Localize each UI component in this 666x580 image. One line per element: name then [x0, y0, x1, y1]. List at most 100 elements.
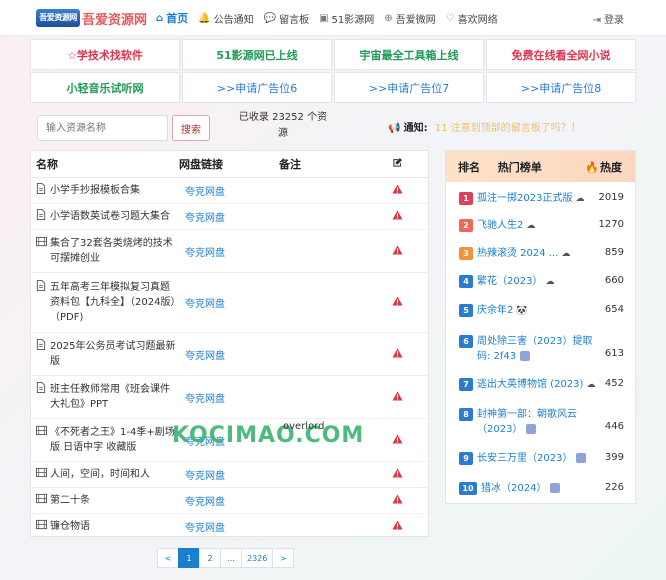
- ad-slot[interactable]: 51影源网已上线: [182, 39, 332, 70]
- ad-slot[interactable]: >>申请广告位6: [182, 72, 332, 103]
- document-icon: [36, 280, 48, 296]
- ranking-title[interactable]: 飞驰人生2 ☁: [477, 218, 605, 234]
- notice-text[interactable]: 11 注意到顶部的留言板了吗？！: [435, 123, 581, 134]
- ranking-heat: 446: [604, 421, 624, 432]
- resource-name-cell[interactable]: 五年高考三年模拟复习真题资料包【九科全】（2024版）（PDF): [31, 280, 179, 325]
- ranking-heat: 399: [604, 452, 624, 463]
- ad-slot[interactable]: >>申请广告位7: [334, 72, 484, 103]
- resource-name-cell[interactable]: 小学语数英试卷习题大集合: [31, 208, 179, 225]
- ranking-item[interactable]: 4 繁花（2023） ☁ 660: [446, 274, 637, 290]
- page-button[interactable]: 2: [199, 548, 221, 568]
- notice-label: 通知:: [403, 123, 428, 134]
- ranking-title[interactable]: 庆余年2 🐼: [477, 303, 605, 319]
- resource-name: 班主任教师常用《班会课件大礼包》PPT: [50, 384, 170, 410]
- page-button[interactable]: 1: [178, 548, 200, 568]
- resource-name-cell[interactable]: 2025年公务员考试习题最新版: [31, 339, 179, 369]
- report-warning-icon[interactable]: [377, 390, 417, 404]
- nav-item-label: 吾爱微网: [395, 14, 436, 26]
- nav-item-4[interactable]: ⊕ 吾爱微网: [384, 11, 435, 26]
- netdisk-link[interactable]: 夸克网盘: [179, 347, 279, 362]
- resource-name-cell[interactable]: 集合了32套各类烧烤的技术可摆摊创业: [31, 236, 179, 266]
- site-logo[interactable]: 吾爱资源网: [36, 9, 80, 27]
- report-warning-icon[interactable]: [377, 520, 417, 533]
- resource-name-cell[interactable]: 镰仓物语: [31, 519, 179, 535]
- ranking-item[interactable]: 2 飞驰人生2 ☁ 1270: [446, 218, 637, 234]
- panda-icon: 🐼: [516, 306, 528, 316]
- ranking-title[interactable]: 长安三万里（2023）: [477, 451, 605, 466]
- nav-item-5[interactable]: ♡ 喜欢网络: [446, 11, 498, 26]
- report-warning-icon[interactable]: [377, 468, 417, 481]
- rank-number-badge: 2: [459, 219, 473, 232]
- ranking-title[interactable]: 猎冰（2024）: [481, 481, 609, 496]
- page-button[interactable]: <: [157, 548, 179, 568]
- ranking-title[interactable]: 逃出大英博物馆 (2023) ☁: [477, 377, 605, 393]
- netdisk-link[interactable]: 夸克网盘: [179, 183, 279, 198]
- table-row: 第二十条 夸克网盘: [31, 488, 428, 514]
- ad-slot[interactable]: 免费在线看全网小说: [486, 39, 636, 70]
- rank-number-badge: 1: [459, 192, 473, 205]
- cloud-icon: ☁: [526, 221, 536, 231]
- ranking-title[interactable]: 孤注一掷2023正式版 ☁: [477, 191, 605, 207]
- report-warning-icon[interactable]: [377, 184, 417, 197]
- netdisk-link[interactable]: 夸克网盘: [179, 390, 279, 405]
- ad-slot[interactable]: >>申请广告位8: [486, 72, 636, 103]
- table-row: 集合了32套各类烧烤的技术可摆摊创业 夸克网盘: [31, 230, 428, 273]
- film-icon: [36, 467, 48, 483]
- cloud-icon: ☁: [561, 249, 571, 259]
- netdisk-link[interactable]: 夸克网盘: [179, 467, 279, 482]
- nav-item-3[interactable]: ▣ 51影源网: [319, 11, 374, 26]
- ranking-header-rank: 排名: [458, 160, 480, 174]
- ad-slot[interactable]: 宇宙最全工具箱上线: [334, 39, 484, 70]
- report-warning-icon[interactable]: [377, 296, 417, 309]
- table-header: 名称 网盘链接 备注: [31, 151, 428, 178]
- search-input[interactable]: [37, 115, 168, 141]
- ranking-title[interactable]: 周处除三害（2023）提取码: 2f43: [477, 334, 605, 364]
- resource-name: 《不死者之王》1-4季+剧场版 日语中字 收藏版: [50, 427, 175, 453]
- ranking-header-heat-label: 热度: [599, 160, 622, 174]
- nav-item-1[interactable]: 🔔 公告通知: [198, 11, 253, 26]
- ranking-heat: 226: [604, 482, 624, 493]
- netdisk-link[interactable]: 夸克网盘: [179, 209, 279, 224]
- nav-item-2[interactable]: 💬 留言板: [264, 11, 309, 26]
- document-icon: [36, 339, 48, 355]
- ranking-heat: 2019: [598, 192, 624, 203]
- ranking-item[interactable]: 3 热辣滚烫 2024 ... ☁ 859: [446, 246, 637, 262]
- report-warning-icon[interactable]: [377, 244, 417, 258]
- report-warning-icon[interactable]: [377, 210, 417, 223]
- search-button[interactable]: 搜索: [172, 115, 210, 141]
- ranking-item[interactable]: 10 猎冰（2024） 226: [446, 481, 637, 497]
- ranking-title[interactable]: 封神第一部：朝歌风云（2023）: [477, 407, 605, 437]
- report-warning-icon[interactable]: [377, 433, 417, 447]
- netdisk-link[interactable]: 夸克网盘: [179, 519, 279, 534]
- resource-name-cell[interactable]: 人间，空间，时间和人: [31, 467, 179, 483]
- report-warning-icon[interactable]: [377, 494, 417, 507]
- resource-name-cell[interactable]: 第二十条: [31, 493, 179, 509]
- ranking-item[interactable]: 7 逃出大英博物馆 (2023) ☁ 452: [446, 377, 637, 393]
- nav-item-label: 喜欢网络: [457, 14, 498, 26]
- ranking-item[interactable]: 5 庆余年2 🐼 654: [446, 303, 637, 319]
- resource-name-cell[interactable]: 《不死者之王》1-4季+剧场版 日语中字 收藏版: [31, 425, 179, 455]
- netdisk-link[interactable]: 夸克网盘: [179, 295, 279, 310]
- ranking-title[interactable]: 热辣滚烫 2024 ... ☁: [477, 246, 605, 262]
- page-button[interactable]: 2326: [241, 548, 274, 568]
- ad-slot[interactable]: 小轻音乐试听网: [30, 72, 180, 103]
- ranking-title[interactable]: 繁花（2023） ☁: [477, 274, 605, 290]
- resource-name-cell[interactable]: 小学手抄报模板合集: [31, 182, 179, 199]
- ranking-item[interactable]: 8 封神第一部：朝歌风云（2023） 446: [446, 407, 637, 437]
- netdisk-link[interactable]: 夸克网盘: [179, 244, 279, 259]
- report-warning-icon[interactable]: [377, 347, 417, 361]
- page-button[interactable]: >: [272, 548, 295, 568]
- resource-name-cell[interactable]: 班主任教师常用《班会课件大礼包》PPT: [31, 382, 179, 412]
- ad-slot[interactable]: ☆学技术找软件: [30, 39, 180, 70]
- site-title[interactable]: 吾爱资源网: [82, 9, 147, 28]
- netdisk-link[interactable]: 夸克网盘: [179, 493, 279, 508]
- page-button[interactable]: ...: [220, 548, 242, 568]
- ranking-item[interactable]: 1 孤注一掷2023正式版 ☁ 2019: [446, 191, 637, 207]
- ranking-item[interactable]: 9 长安三万里（2023） 399: [446, 451, 637, 467]
- home-icon: ⌂: [156, 12, 164, 24]
- login-link[interactable]: ⇥ 登录: [593, 11, 624, 26]
- ranking-item[interactable]: 6 周处除三害（2023）提取码: 2f43 613: [446, 334, 637, 364]
- nav-item-0[interactable]: ⌂ 首页: [156, 10, 188, 26]
- resource-name: 五年高考三年模拟复习真题资料包【九科全】（2024版）（PDF): [50, 282, 176, 323]
- ranking-header: 排名 热门榜单 🔥热度: [446, 151, 635, 182]
